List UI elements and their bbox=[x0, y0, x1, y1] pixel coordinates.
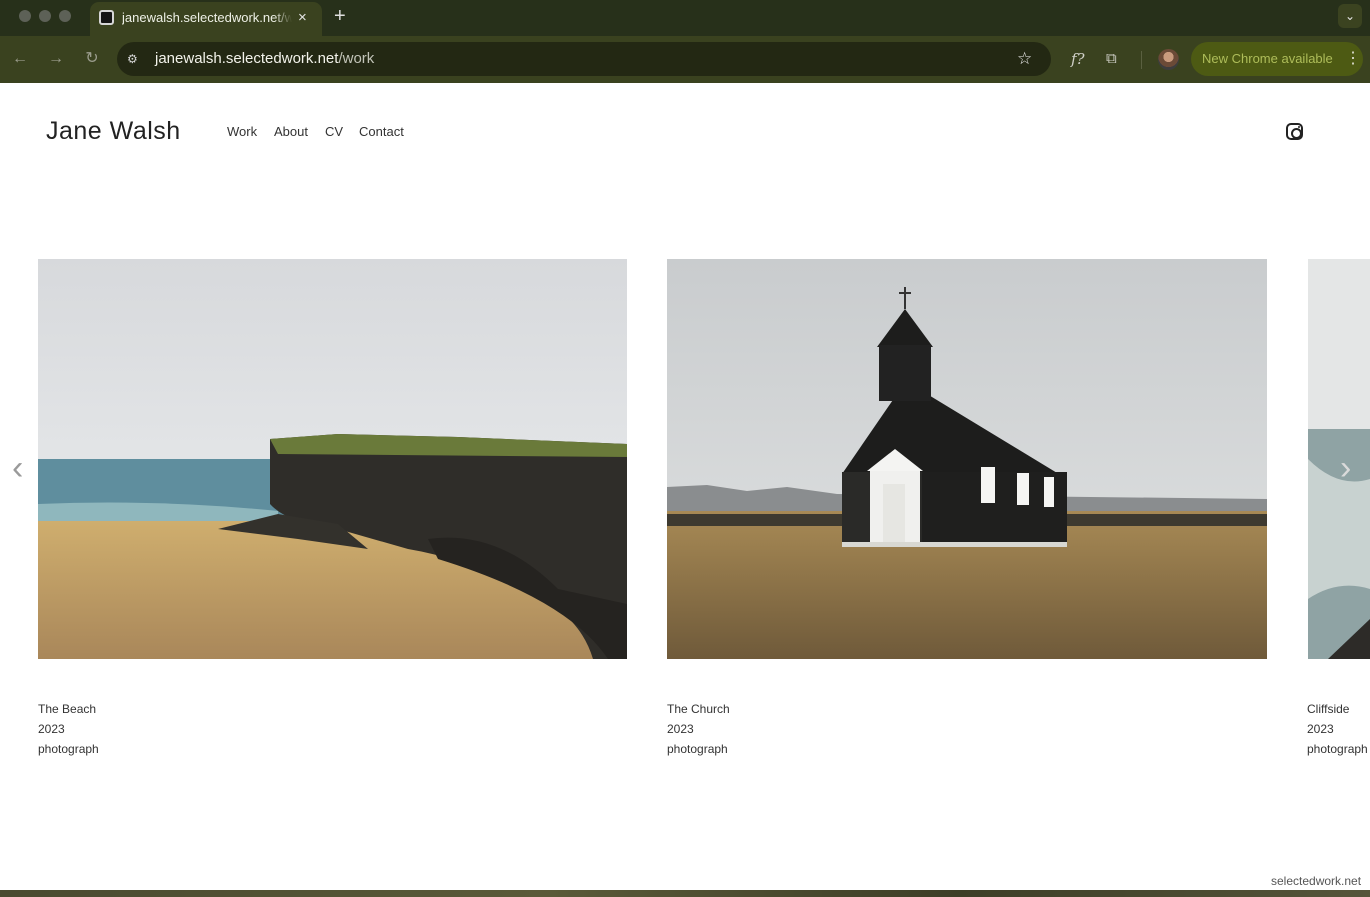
work-title[interactable]: The Church bbox=[667, 699, 730, 719]
back-arrow-icon[interactable]: ← bbox=[10, 48, 30, 70]
work-medium: photograph bbox=[667, 742, 728, 756]
work-medium: photograph bbox=[1307, 742, 1368, 756]
work-medium: photograph bbox=[38, 742, 99, 756]
nav-contact[interactable]: Contact bbox=[359, 124, 404, 139]
browser-toolbar: ← → ↻ ⚙ janewalsh.selectedwork.net/work … bbox=[0, 36, 1370, 83]
site-settings-icon[interactable]: ⚙ bbox=[127, 51, 143, 67]
desktop-background bbox=[0, 890, 1370, 897]
work-caption-cliffside: Cliffside 2023 photograph bbox=[1307, 699, 1368, 759]
page-viewport: Jane Walsh Work About CV Contact ‹ › The… bbox=[0, 83, 1370, 890]
work-caption-the-church: The Church 2023 photograph bbox=[667, 699, 730, 759]
toolbar-divider bbox=[1141, 51, 1142, 69]
chevron-right-icon[interactable]: › bbox=[1340, 451, 1351, 485]
work-image-cliffside[interactable] bbox=[1308, 259, 1370, 659]
bookmark-star-icon[interactable]: ☆ bbox=[1017, 49, 1032, 69]
minimize-window-button[interactable] bbox=[39, 10, 51, 22]
chevron-left-icon[interactable]: ‹ bbox=[12, 451, 23, 485]
site-credit-link[interactable]: selectedwork.net bbox=[1271, 874, 1361, 888]
reload-icon[interactable]: ↻ bbox=[82, 48, 102, 70]
nav-work[interactable]: Work bbox=[227, 124, 257, 139]
forward-arrow-icon[interactable]: → bbox=[46, 48, 66, 70]
work-title[interactable]: Cliffside bbox=[1307, 699, 1368, 719]
work-year: 2023 bbox=[38, 722, 65, 736]
work-year: 2023 bbox=[667, 722, 694, 736]
tab-strip: janewalsh.selectedwork.net/work × + ⌄ bbox=[0, 0, 1370, 36]
work-year: 2023 bbox=[1307, 722, 1334, 736]
site-favicon-icon bbox=[99, 10, 114, 25]
close-window-button[interactable] bbox=[19, 10, 31, 22]
url-path: /work bbox=[338, 50, 375, 67]
instagram-icon[interactable] bbox=[1286, 123, 1303, 140]
extensions-puzzle-icon[interactable]: ⧉ bbox=[1106, 48, 1117, 70]
zoom-window-button[interactable] bbox=[59, 10, 71, 22]
tab-search-chevron-icon[interactable]: ⌄ bbox=[1338, 4, 1362, 28]
active-tab[interactable]: janewalsh.selectedwork.net/work × bbox=[90, 2, 322, 36]
new-tab-button[interactable]: + bbox=[334, 5, 346, 27]
work-image-the-church[interactable] bbox=[667, 259, 1267, 659]
formula-extension-icon[interactable]: f? bbox=[1071, 48, 1085, 70]
url-host: janewalsh.selectedwork.net bbox=[155, 50, 339, 67]
address-bar[interactable]: ⚙ janewalsh.selectedwork.net/work ☆ bbox=[117, 42, 1051, 76]
tab-close-button[interactable]: × bbox=[298, 9, 307, 27]
update-chrome-button[interactable]: New Chrome available ⋮ bbox=[1191, 42, 1363, 76]
work-image-the-beach[interactable] bbox=[38, 259, 627, 659]
nav-cv[interactable]: CV bbox=[325, 124, 343, 139]
update-label: New Chrome available bbox=[1202, 51, 1333, 66]
address-bar-url[interactable]: janewalsh.selectedwork.net/work bbox=[155, 50, 374, 67]
tab-title: janewalsh.selectedwork.net/work bbox=[122, 10, 292, 25]
menu-kebab-icon[interactable]: ⋮ bbox=[1345, 49, 1361, 69]
work-caption-the-beach: The Beach 2023 photograph bbox=[38, 699, 99, 759]
work-title[interactable]: The Beach bbox=[38, 699, 99, 719]
profile-avatar[interactable] bbox=[1158, 49, 1179, 70]
site-title[interactable]: Jane Walsh bbox=[46, 117, 181, 146]
nav-about[interactable]: About bbox=[274, 124, 308, 139]
